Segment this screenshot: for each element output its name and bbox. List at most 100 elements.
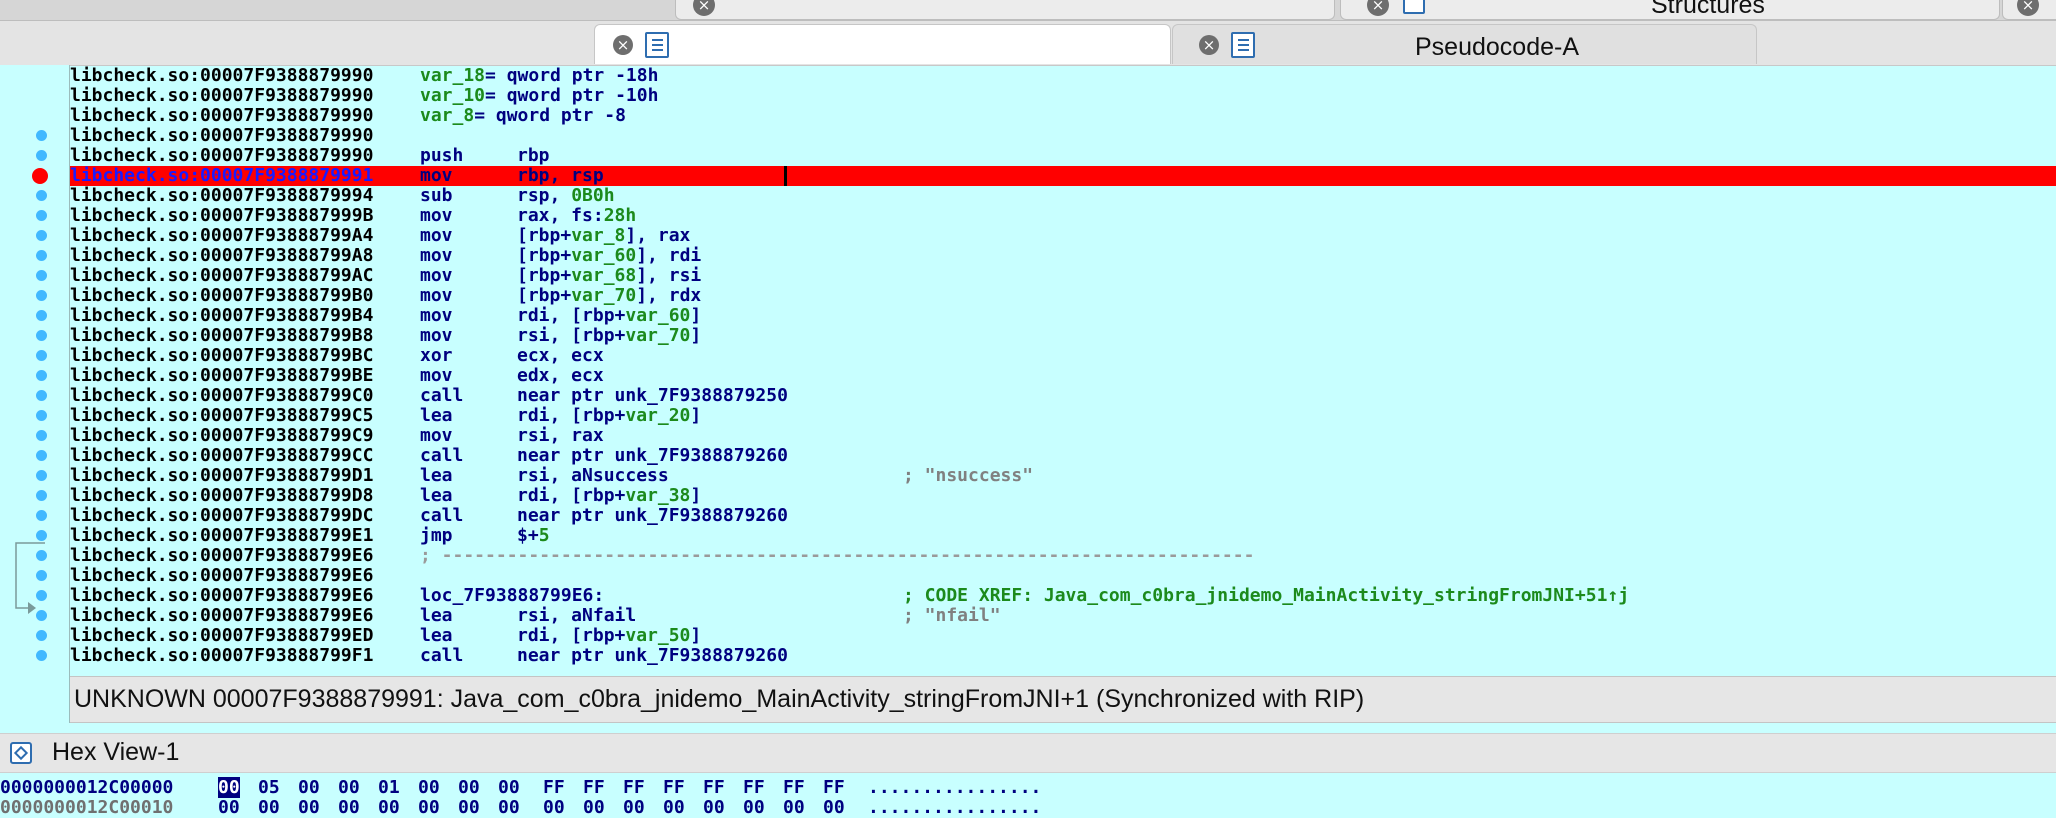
operand-variable[interactable]: var_60 <box>625 305 690 326</box>
close-icon[interactable]: × <box>613 35 633 55</box>
line-address[interactable]: libcheck.so:00007F9388879990 <box>70 106 420 126</box>
line-address[interactable]: libcheck.so:00007F93888799DC <box>70 506 420 526</box>
listing-line[interactable]: libcheck.so:00007F93888799A8 mov [rbp+var_… <box>70 246 2056 266</box>
close-icon[interactable]: × <box>1199 35 1219 55</box>
tab-disassembly[interactable]: × <box>594 24 1171 64</box>
listing-line[interactable]: libcheck.so:00007F93888799BC xor ecx, ecx <box>70 346 2056 366</box>
hex-byte[interactable]: FF <box>543 778 583 798</box>
listing-line[interactable]: libcheck.so:00007F93888799B4 mov rdi, [rbp… <box>70 306 2056 326</box>
hex-byte[interactable]: 00 <box>418 798 458 818</box>
hex-row[interactable]: 0000000012C00000 00 05 00 00 01 00 00 00 FF FF FF FF… <box>0 777 1041 798</box>
listing-line[interactable]: libcheck.so:00007F93888799C9 mov rsi, rax <box>70 426 2056 446</box>
listing-line[interactable]: libcheck.so:00007F9388879990 var_18= qwor… <box>70 66 2056 86</box>
listing-line[interactable]: libcheck.so:00007F93888799ED lea rdi, [rbp… <box>70 626 2056 646</box>
hex-byte[interactable]: 00 <box>418 778 458 798</box>
line-address[interactable]: libcheck.so:00007F9388879990 <box>70 86 420 106</box>
listing-line[interactable]: libcheck.so:00007F93888799BE mov edx, ecx <box>70 366 2056 386</box>
line-address[interactable]: libcheck.so:00007F93888799B0 <box>70 286 420 306</box>
current-instruction-line[interactable]: libcheck.so:00007F9388879991 mov rbp, rsp <box>70 166 2056 186</box>
operand-variable[interactable]: var_60 <box>571 245 636 266</box>
hex-byte[interactable]: FF <box>703 778 743 798</box>
listing-line[interactable]: libcheck.so:00007F9388879994 sub rsp, 0B0h <box>70 186 2056 206</box>
line-address[interactable]: libcheck.so:00007F93888799E6 <box>70 606 420 626</box>
hex-byte[interactable]: 00 <box>583 798 623 818</box>
operand-variable[interactable]: var_70 <box>571 285 636 306</box>
hex-byte[interactable]: 00 <box>338 778 378 798</box>
line-address[interactable]: libcheck.so:00007F93888799E6 <box>70 546 420 566</box>
line-address[interactable]: libcheck.so:00007F93888799D8 <box>70 486 420 506</box>
listing-line[interactable]: libcheck.so:00007F93888799AC mov [rbp+var_… <box>70 266 2056 286</box>
hex-byte[interactable]: FF <box>583 778 623 798</box>
hex-byte[interactable]: 00 <box>338 798 378 818</box>
listing-line[interactable]: libcheck.so:00007F93888799E6; ----------… <box>70 546 2056 566</box>
line-address[interactable]: libcheck.so:00007F938887999B <box>70 206 420 226</box>
line-address[interactable]: libcheck.so:00007F93888799AC <box>70 266 420 286</box>
close-icon[interactable]: × <box>693 0 715 16</box>
line-address[interactable]: libcheck.so:00007F93888799D1 <box>70 466 420 486</box>
line-address[interactable]: libcheck.so:00007F9388879994 <box>70 186 420 206</box>
line-address[interactable]: libcheck.so:00007F9388879991 <box>70 166 420 186</box>
operand-variable[interactable]: 0B0h <box>571 185 614 206</box>
hex-rows[interactable]: 0000000012C00000 00 05 00 00 01 00 00 00 FF FF FF FF… <box>0 777 1041 818</box>
listing-line[interactable]: libcheck.so:00007F93888799D1 lea rsi, aNsu… <box>70 466 2056 486</box>
hex-byte[interactable]: 05 <box>258 778 298 798</box>
top-tab-1[interactable]: × <box>675 0 1335 20</box>
disassembly-listing[interactable]: libcheck.so:00007F9388879990 var_18= qwor… <box>70 66 2056 676</box>
listing-line[interactable]: libcheck.so:00007F93888799A4 mov [rbp+var_… <box>70 226 2056 246</box>
line-address[interactable]: libcheck.so:00007F93888799CC <box>70 446 420 466</box>
listing-line[interactable]: libcheck.so:00007F9388879990 var_10= qwor… <box>70 86 2056 106</box>
tab-pseudocode[interactable]: × Pseudocode-A <box>1172 24 1757 64</box>
operand-variable[interactable]: 5 <box>539 525 550 546</box>
code-label[interactable]: loc_7F93888799E6: <box>420 586 903 606</box>
listing-line[interactable]: libcheck.so:00007F93888799C5 lea rdi, [rbp… <box>70 406 2056 426</box>
line-address[interactable]: libcheck.so:00007F93888799BC <box>70 346 420 366</box>
listing-line[interactable]: libcheck.so:00007F93888799B8 mov rsi, [rbp… <box>70 326 2056 346</box>
listing-line[interactable]: libcheck.so:00007F93888799E6 lea rsi, aNfa… <box>70 606 2056 626</box>
hex-byte[interactable]: 00 <box>218 777 258 798</box>
line-address[interactable]: libcheck.so:00007F93888799B8 <box>70 326 420 346</box>
line-address[interactable]: libcheck.so:00007F93888799C5 <box>70 406 420 426</box>
top-tab-3[interactable]: × <box>2002 0 2056 20</box>
line-address[interactable]: libcheck.so:00007F93888799E6 <box>70 586 420 606</box>
xref-comment[interactable]: ; CODE XREF: Java_com_c0bra_jnidemo_Main… <box>903 585 1629 606</box>
line-address[interactable]: libcheck.so:00007F9388879990 <box>70 126 420 146</box>
hex-byte[interactable]: 00 <box>458 778 498 798</box>
listing-line[interactable]: libcheck.so:00007F93888799E6 <box>70 566 2056 586</box>
line-address[interactable]: libcheck.so:00007F93888799A4 <box>70 226 420 246</box>
hex-byte[interactable]: 00 <box>498 778 538 798</box>
hex-byte[interactable]: FF <box>783 778 823 798</box>
line-address[interactable]: libcheck.so:00007F93888799A8 <box>70 246 420 266</box>
line-address[interactable]: libcheck.so:00007F93888799F1 <box>70 646 420 666</box>
hex-byte[interactable]: 00 <box>623 798 663 818</box>
top-tab-structures[interactable]: × Structures <box>1340 0 2000 20</box>
hex-view-title-bar[interactable]: Hex View-1 <box>0 733 2056 773</box>
operand-variable[interactable]: var_70 <box>625 325 690 346</box>
hex-byte[interactable]: 00 <box>823 798 863 818</box>
hex-byte[interactable]: 00 <box>703 798 743 818</box>
hex-byte[interactable]: 00 <box>458 798 498 818</box>
hex-byte[interactable]: 01 <box>378 778 418 798</box>
hex-byte[interactable]: 00 <box>783 798 823 818</box>
listing-line[interactable]: libcheck.so:00007F93888799B0 mov [rbp+var_… <box>70 286 2056 306</box>
operand-variable[interactable]: var_38 <box>625 485 690 506</box>
hex-byte[interactable]: 00 <box>743 798 783 818</box>
listing-line[interactable]: libcheck.so:00007F9388879990 <box>70 126 2056 146</box>
line-address[interactable]: libcheck.so:00007F93888799C0 <box>70 386 420 406</box>
operand-variable[interactable]: var_8 <box>571 225 625 246</box>
listing-line[interactable]: libcheck.so:00007F9388879990 push rbp <box>70 146 2056 166</box>
hex-byte[interactable]: FF <box>823 778 863 798</box>
listing-line[interactable]: libcheck.so:00007F93888799CC call near ptr… <box>70 446 2056 466</box>
line-address[interactable]: libcheck.so:00007F93888799ED <box>70 626 420 646</box>
listing-line[interactable]: libcheck.so:00007F938887999B mov rax, fs:2… <box>70 206 2056 226</box>
operand-variable[interactable]: var_68 <box>571 265 636 286</box>
line-address[interactable]: libcheck.so:00007F93888799C9 <box>70 426 420 446</box>
line-address[interactable]: libcheck.so:00007F93888799E1 <box>70 526 420 546</box>
listing-line[interactable]: libcheck.so:00007F93888799E6 loc_7F938887… <box>70 586 2056 606</box>
hex-byte[interactable]: FF <box>663 778 703 798</box>
breakpoint-gutter[interactable] <box>0 65 69 675</box>
hex-row[interactable]: 0000000012C00010 00 00 00 00 00 00 00 00 00 00 00 00… <box>0 798 1041 818</box>
hex-byte[interactable]: 00 <box>298 778 338 798</box>
listing-line[interactable]: libcheck.so:00007F93888799C0 call near ptr… <box>70 386 2056 406</box>
hex-byte[interactable]: 00 <box>298 798 338 818</box>
line-address[interactable]: libcheck.so:00007F93888799BE <box>70 366 420 386</box>
